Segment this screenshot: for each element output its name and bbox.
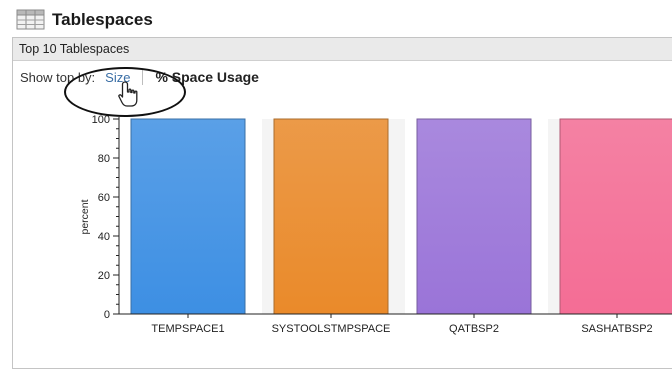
x-tick-label: TEMPSPACE1 — [151, 323, 224, 335]
bar-qatbsp2 — [416, 118, 532, 315]
y-tick-label: 40 — [98, 231, 110, 243]
y-tick-label: 60 — [98, 192, 110, 204]
y-axis-label: percent — [79, 199, 91, 234]
y-tick-label: 20 — [98, 270, 110, 282]
bar-systoolstmpspace — [273, 118, 389, 315]
y-tick-label: 80 — [98, 153, 110, 165]
x-tick-label: QATBSP2 — [449, 323, 499, 335]
x-tick-label: SYSTOOLSTMPSPACE — [272, 323, 391, 335]
y-tick-label: 100 — [92, 114, 110, 126]
tablespace-usage-chart: 0 20 40 60 80 100 percent TEMPSPACE1 SYSTOOLSTMP… — [79, 114, 672, 335]
bar-tempspace1 — [130, 118, 246, 315]
y-tick-label: 0 — [104, 309, 110, 321]
x-tick-label: SASHATBSP2 — [581, 323, 652, 335]
bar-sashatbsp2 — [559, 118, 672, 315]
hand-pointer-icon — [118, 81, 138, 107]
